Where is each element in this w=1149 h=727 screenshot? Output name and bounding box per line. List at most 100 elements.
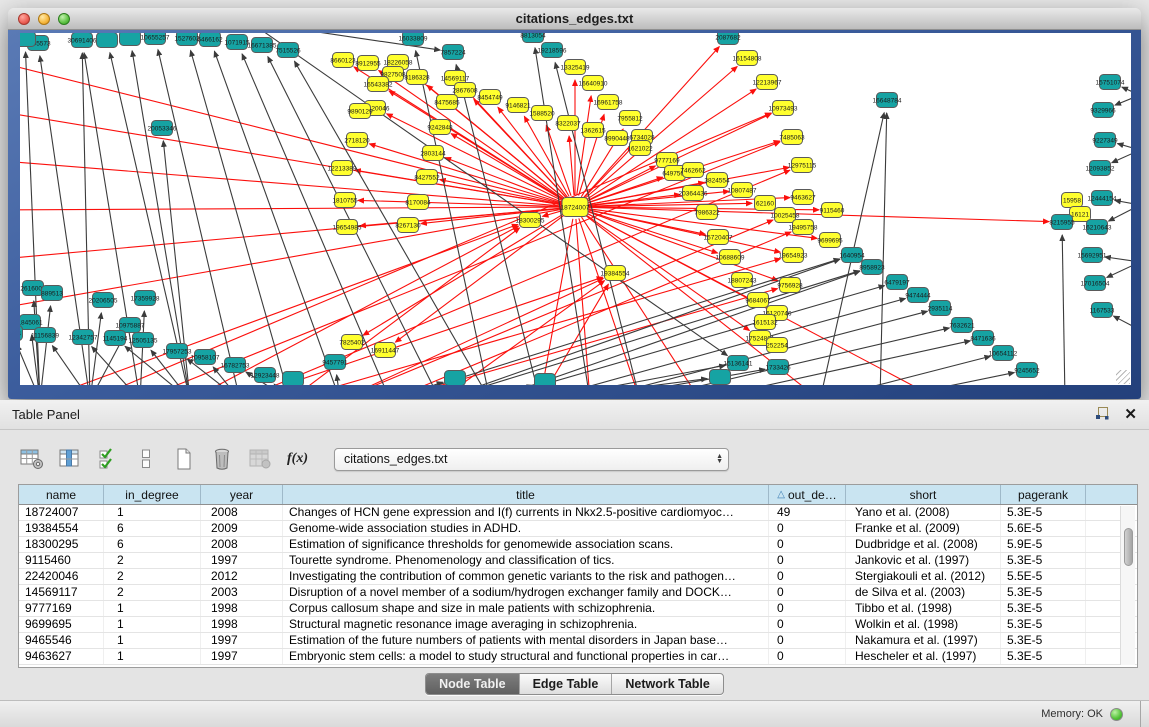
graph-edge[interactable] [1107,262,1131,278]
graph-edge[interactable] [1109,205,1131,221]
column-header-name[interactable]: name [19,485,104,504]
delete-entry-button[interactable] [208,446,235,473]
graph-edge[interactable] [90,313,101,385]
graph-edge[interactable] [1115,95,1131,105]
graph-edge[interactable] [340,220,773,385]
graph-node[interactable] [283,372,304,386]
graph-node[interactable] [710,370,731,385]
tab-node-table[interactable]: Node Table [426,674,518,694]
network-canvas-svg[interactable]: 1872400786601238912955182260589827508165… [20,33,1131,385]
minimize-window-button[interactable] [38,13,50,25]
table-cell: 14569117 [19,585,104,600]
table-scrollbar[interactable] [1120,506,1135,665]
graph-edge[interactable] [52,346,90,385]
memory-status-label: Memory: OK [1041,708,1103,720]
column-header-short[interactable]: short [846,485,1001,504]
graph-node-label: 13325419 [561,64,590,71]
graph-edge[interactable] [191,51,290,385]
graph-edge[interactable] [1117,144,1131,150]
float-panel-icon[interactable] [1095,406,1109,423]
graph-node-label: 16648784 [873,97,902,104]
column-header-pagerank[interactable]: pagerank [1001,485,1086,504]
graph-edge[interactable] [445,158,564,203]
table-row[interactable]: 1938455462009Genome-wide association stu… [19,521,1137,537]
table-cell: 6 [104,521,201,536]
graph-node-label: 20364436 [679,190,708,197]
graph-node-label: 12444154 [1088,195,1117,202]
graph-node-label: 8267130 [395,222,421,229]
graph-edge[interactable] [820,356,990,385]
graph-edge[interactable] [1114,316,1131,330]
table-row[interactable]: 969969511998Structural magnetic resonanc… [19,617,1137,633]
graph-node[interactable] [97,33,118,48]
close-panel-icon[interactable]: ✕ [1124,408,1137,422]
resize-grip-icon[interactable] [1116,370,1130,384]
graph-edge[interactable] [640,328,949,385]
memory-ok-indicator [1110,708,1123,721]
table-cell: 1 [104,633,201,648]
graph-edge[interactable] [569,136,574,195]
table-row[interactable]: 911546021997Tourette syndrome. Phenomeno… [19,553,1137,569]
graph-node[interactable] [20,33,36,47]
select-columns-button[interactable] [94,446,121,473]
graph-node-label: 10973493 [769,105,798,112]
zoom-window-button[interactable] [58,13,70,25]
table-row[interactable]: 1456911722003Disruption of a novel membe… [19,585,1137,601]
graph-node-label: 9329966 [1090,107,1116,114]
table-row[interactable]: 1872400712008Changes of HCN gene express… [19,505,1137,521]
graph-edge[interactable] [20,60,563,204]
graph-node-label: 2087682 [715,34,741,41]
graph-edge[interactable] [540,365,725,385]
column-header-out_de[interactable]: △out_de… [769,485,846,504]
graph-node[interactable] [535,374,556,386]
table-row[interactable]: 946554611997Estimation of the future num… [19,633,1137,649]
graph-edge[interactable] [1115,200,1131,205]
column-header-title[interactable]: title [283,485,769,504]
table-row[interactable]: 977716911998Corpus callosum shape and si… [19,601,1137,617]
table-scrollbar-thumb[interactable] [1124,528,1133,566]
insert-column-button[interactable] [56,446,83,473]
graph-edge[interactable] [240,277,603,385]
create-table-button[interactable] [170,446,197,473]
table-cell: 5.3E-5 [1001,553,1086,568]
table-source-dropdown[interactable]: citations_edges.txt ▲▼ [334,448,729,471]
graph-node-label: 16640910 [579,80,608,87]
graph-edge[interactable] [390,382,443,385]
table-cell: 5.3E-5 [1001,649,1086,664]
graph-edge[interactable] [158,50,240,385]
function-builder-button[interactable]: f(x) [284,446,311,473]
graph-edge[interactable] [1062,235,1065,385]
row-selection-button[interactable] [132,446,159,473]
graph-node-label: 16782753 [221,362,250,369]
network-canvas[interactable]: 1872400786601238912955182260589827508165… [20,33,1131,385]
graph-edge[interactable] [1122,87,1131,95]
table-cell: 5.3E-5 [1001,617,1086,632]
graph-node-label: 16154808 [733,55,762,62]
graph-node[interactable] [120,33,141,46]
graph-node[interactable] [445,371,466,386]
network-window-titlebar[interactable]: citations_edges.txt [8,8,1141,30]
graph-node-label: 7462662 [680,167,706,174]
graph-edge[interactable] [40,306,51,385]
table-row[interactable]: 1830029562008Estimation of significance … [19,537,1137,553]
graph-node-label: 8958923 [859,264,885,271]
graph-edge[interactable] [490,286,885,385]
status-bar-divider [1140,701,1141,727]
graph-edge[interactable] [20,208,563,260]
graph-edge[interactable] [20,207,563,210]
graph-edge[interactable] [1105,257,1131,262]
graph-edge[interactable] [451,134,564,201]
graph-edge[interactable] [214,51,340,385]
table-row[interactable]: 2242004622012Investigating the contribut… [19,569,1137,585]
graph-edge[interactable] [337,375,340,385]
table-settings-button[interactable] [18,446,45,473]
tab-network-table[interactable]: Network Table [611,674,723,694]
graph-edge[interactable] [1112,150,1131,163]
close-window-button[interactable] [18,13,30,25]
delete-table-button-disabled[interactable] [246,446,273,473]
graph-node-label: 19654923 [779,252,808,259]
column-header-in_degree[interactable]: in_degree [104,485,201,504]
column-header-year[interactable]: year [201,485,283,504]
tab-edge-table[interactable]: Edge Table [519,674,612,694]
table-row[interactable]: 946362711997Embryonic stem cells: a mode… [19,649,1137,665]
